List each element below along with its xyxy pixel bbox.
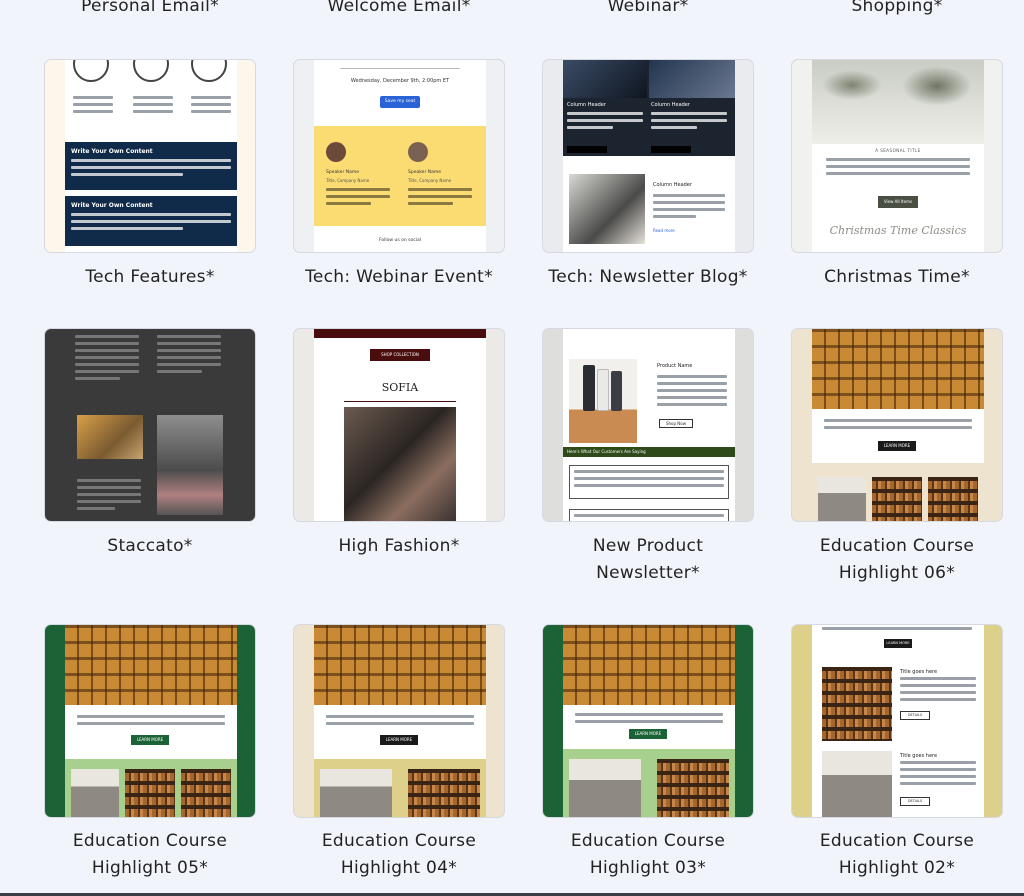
lecture-hall-photo: [314, 625, 486, 705]
details-button: DETAILS: [900, 711, 930, 720]
laptop-photo: [569, 174, 645, 244]
template-card-christmas-time[interactable]: A SEASONAL TITLE View All Items Christma…: [791, 59, 1003, 253]
view-items-button: View All Items: [878, 196, 918, 208]
laptop-photo: [649, 60, 735, 98]
speaker-avatar: [326, 142, 346, 162]
save-seat-button: Save my seat: [380, 96, 420, 108]
template-card-tech-newsletter-blog[interactable]: Column Header Column Header Column Heade…: [542, 59, 754, 253]
product-photo: [569, 359, 637, 443]
learn-more-button: LEARN MORE: [629, 729, 667, 739]
template-card-tech-webinar-event[interactable]: Wednesday, December 9th, 2:00pm ET Save …: [293, 59, 505, 253]
template-name[interactable]: New Product Newsletter*: [578, 533, 718, 587]
library-photo: [71, 769, 119, 817]
fashion-models-photo: [344, 407, 456, 521]
template-name[interactable]: Tech: Newsletter Blog*: [528, 264, 768, 291]
template-label-welcome-email[interactable]: Welcome Email*: [293, 0, 505, 16]
template-card-staccato[interactable]: [44, 328, 256, 522]
learn-more-button: LEARN MORE: [878, 441, 916, 451]
library-photo: [928, 477, 978, 521]
learn-more-button: LEARN MORE: [380, 735, 418, 745]
template-card-tech-features[interactable]: Write Your Own Content Write Your Own Co…: [44, 59, 256, 253]
template-card-education-02[interactable]: LEARN MORE Title goes here DETAILS Title…: [791, 624, 1003, 818]
template-name[interactable]: Education Course Highlight 02*: [811, 828, 983, 882]
library-photo: [125, 769, 175, 817]
template-label-shopping[interactable]: Shopping*: [791, 0, 1003, 16]
top-row-labels: Personal Email* Welcome Email* Webinar* …: [0, 0, 1024, 22]
library-photo: [320, 769, 392, 817]
testimonial-banner: Here's What Our Customers Are Saying: [563, 447, 735, 457]
template-label-personal-email[interactable]: Personal Email*: [44, 0, 256, 16]
template-card-education-04[interactable]: LEARN MORE: [293, 624, 505, 818]
content-block-1: Write Your Own Content: [65, 142, 237, 190]
template-name[interactable]: Education Course Highlight 04*: [313, 828, 485, 882]
library-photo: [872, 477, 922, 521]
template-name[interactable]: Tech: Webinar Event*: [279, 264, 519, 291]
template-name[interactable]: Tech Features*: [30, 264, 270, 291]
pine-branches-photo: [812, 60, 984, 144]
shop-collection-button: SHOP COLLECTION: [370, 349, 430, 361]
library-photo: [657, 759, 729, 817]
template-card-education-05[interactable]: LEARN MORE: [44, 624, 256, 818]
template-label-webinar[interactable]: Webinar*: [542, 0, 754, 16]
template-name[interactable]: Education Course Highlight 06*: [812, 533, 982, 587]
details-button: DETAILS: [900, 797, 930, 806]
lecture-hall-photo: [812, 329, 984, 409]
library-photo: [818, 477, 866, 521]
learn-more-button: LEARN MORE: [884, 639, 912, 648]
library-photo: [822, 667, 892, 741]
library-photo: [408, 769, 480, 817]
template-name[interactable]: Christmas Time*: [777, 264, 1017, 291]
learn-more-button: LEARN MORE: [131, 735, 169, 745]
street-photo: [77, 415, 143, 459]
library-photo: [822, 751, 892, 817]
library-photo: [569, 759, 641, 817]
template-card-new-product-newsletter[interactable]: Product Name Shop Now Here's What Our Cu…: [542, 328, 754, 522]
template-card-education-06[interactable]: LEARN MORE: [791, 328, 1003, 522]
speaker-avatar: [408, 142, 428, 162]
template-name[interactable]: Education Course Highlight 03*: [562, 828, 734, 882]
lecture-hall-photo: [563, 625, 735, 705]
vintage-car-photo: [157, 415, 223, 515]
lecture-hall-photo: [65, 625, 237, 705]
laptop-photo: [563, 60, 647, 98]
template-card-high-fashion[interactable]: SHOP COLLECTION SOFIA: [293, 328, 505, 522]
template-name[interactable]: Education Course Highlight 05*: [64, 828, 236, 882]
template-name[interactable]: High Fashion*: [279, 533, 519, 560]
speaker-section: Speaker Name Speaker Name Title, Company…: [314, 126, 486, 226]
template-card-education-03[interactable]: LEARN MORE: [542, 624, 754, 818]
template-gallery: Personal Email* Welcome Email* Webinar* …: [0, 0, 1024, 896]
shop-now-button: Shop Now: [659, 419, 693, 428]
library-photo: [181, 769, 231, 817]
template-name[interactable]: Staccato*: [30, 533, 270, 560]
content-block-2: Write Your Own Content: [65, 196, 237, 246]
